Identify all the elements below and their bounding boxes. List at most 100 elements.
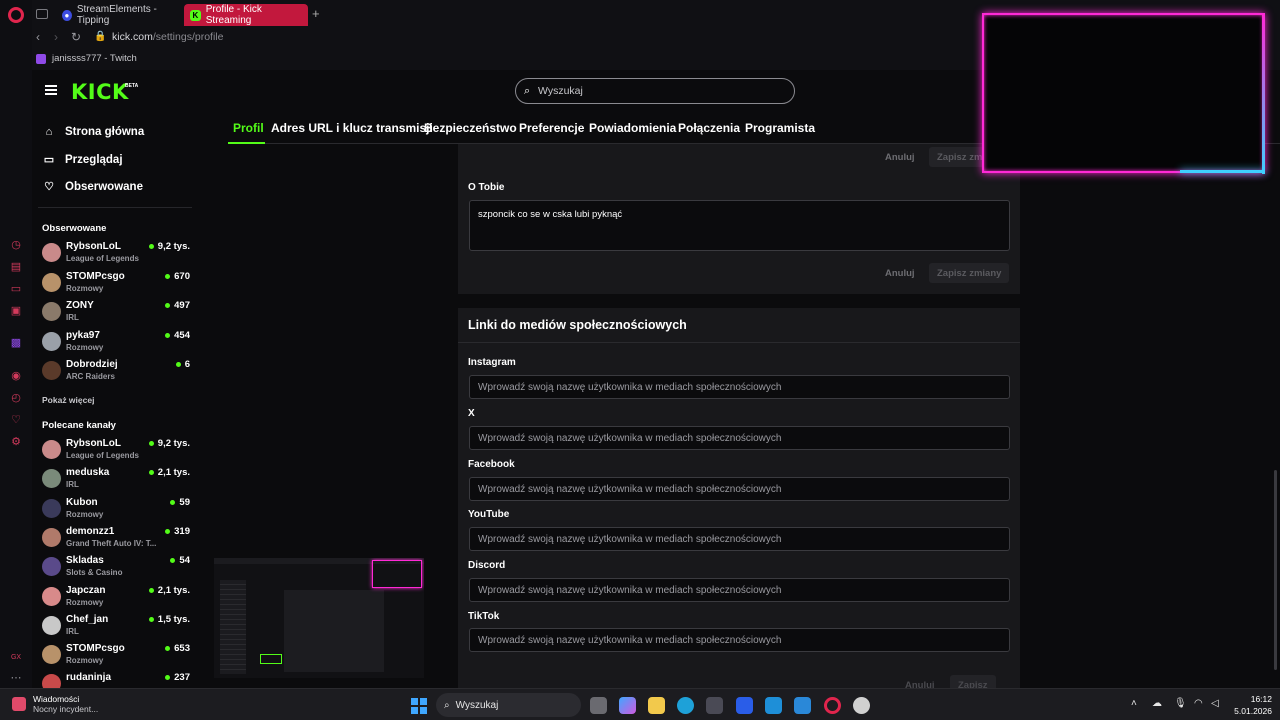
tab-notifications[interactable]: Powiadomienia — [589, 121, 676, 135]
viewer-count: 6 — [175, 359, 190, 370]
instagram-input[interactable] — [470, 376, 1009, 398]
wifi-icon[interactable]: ◠ — [1194, 698, 1203, 709]
channel-name: Japczan — [66, 584, 106, 596]
tab-developer[interactable]: Programista — [745, 121, 815, 135]
channel-category: Grand Theft Auto IV: T... — [66, 538, 157, 548]
news-widget[interactable]: Wiadomości Nocny incydent... — [12, 694, 98, 714]
discord-input[interactable] — [470, 579, 1009, 601]
preview-neon-frame — [372, 560, 422, 588]
volume-icon[interactable]: ◁ — [1211, 698, 1219, 709]
nav-browse[interactable]: ▭ Przeglądaj — [42, 153, 123, 167]
more-icon[interactable]: ⋯ — [9, 670, 23, 684]
about-textarea[interactable]: szponcik co se w cska lubi pyknąć — [469, 200, 1010, 251]
store-icon[interactable] — [706, 697, 723, 714]
divider — [458, 342, 1020, 343]
nav-home[interactable]: ⌂ Strona główna — [42, 126, 145, 138]
instagram-field[interactable] — [469, 375, 1010, 399]
channel-item[interactable]: Chef_jan IRL 1,5 tys. — [42, 612, 190, 638]
history-icon[interactable]: ◷ — [9, 237, 23, 251]
windows-start-icon[interactable] — [411, 698, 427, 714]
tab-kick-profile[interactable]: K Profile - Kick Streaming — [184, 4, 308, 26]
clock-icon[interactable]: ◴ — [9, 390, 23, 404]
active-tab-underline — [228, 142, 265, 144]
tray-chevron-icon[interactable]: ˄ — [1131, 698, 1137, 709]
x-label: X — [468, 408, 475, 419]
preview-green-box — [260, 654, 282, 664]
about-cancel-button[interactable]: Anuluj — [885, 268, 915, 279]
search-input[interactable] — [538, 83, 778, 99]
channel-item[interactable]: RybsonLoL League of Legends 9,2 tys. — [42, 239, 190, 265]
bookmark-twitch[interactable]: janissss777 - Twitch — [36, 53, 137, 64]
viewer-count: 319 — [165, 526, 190, 537]
channel-item[interactable]: STOMPcsgo Rozmowy 670 — [42, 269, 190, 295]
new-tab-button[interactable]: + — [312, 6, 320, 21]
back-icon[interactable]: ‹ — [36, 30, 40, 44]
forward-icon[interactable]: › — [54, 30, 58, 44]
facebook-input[interactable] — [470, 478, 1009, 500]
top-cancel-button[interactable]: Anuluj — [885, 152, 915, 163]
tiktok-input[interactable] — [470, 629, 1009, 651]
youtube-input[interactable] — [470, 528, 1009, 550]
tab-security[interactable]: Bezpieczeństwo — [424, 121, 517, 135]
menu-icon[interactable] — [45, 85, 57, 95]
file-explorer-icon[interactable] — [648, 697, 665, 714]
channel-item[interactable]: demonzz1 Grand Theft Auto IV: T... 319 — [42, 524, 190, 550]
channel-item[interactable]: rudaninja 237 — [42, 670, 190, 688]
system-clock[interactable]: 16:12 5.01.2026 — [1232, 693, 1272, 717]
player-icon[interactable]: ◉ — [9, 368, 23, 382]
channel-item[interactable]: Dobrodziej ARC Raiders 6 — [42, 357, 190, 383]
nav-following[interactable]: ♡ Obserwowane — [42, 180, 143, 194]
page-scrollbar[interactable] — [1274, 470, 1277, 670]
search-bar[interactable]: ⌕ — [515, 78, 795, 104]
weather-icon[interactable]: ☁ — [1152, 698, 1162, 709]
channel-item[interactable]: STOMPcsgo Rozmowy 653 — [42, 641, 190, 667]
edge-icon[interactable] — [677, 697, 694, 714]
mail-icon[interactable] — [794, 697, 811, 714]
bag-icon[interactable]: ▤ — [9, 259, 23, 273]
kick-logo[interactable]: KICK — [71, 80, 129, 104]
messenger-icon[interactable]: ▣ — [9, 303, 23, 317]
obs-icon[interactable] — [853, 697, 870, 714]
url-field[interactable]: kick.com/settings/profile — [112, 31, 223, 43]
copilot-icon[interactable] — [619, 697, 636, 714]
youtube-field[interactable] — [469, 527, 1010, 551]
show-more-link[interactable]: Pokaż więcej — [42, 395, 94, 405]
x-input[interactable] — [470, 427, 1009, 449]
channel-item[interactable]: pyka97 Rozmowy 454 — [42, 328, 190, 354]
dropbox-icon[interactable] — [736, 697, 753, 714]
heart-outline-icon[interactable]: ♡ — [9, 412, 23, 426]
channel-item[interactable]: meduska IRL 2,1 tys. — [42, 465, 190, 491]
taskbar-search[interactable]: ⌕ Wyszukaj — [436, 693, 581, 717]
channel-item[interactable]: ZONY IRL 497 — [42, 298, 190, 324]
tab-preferences[interactable]: Preferencje — [519, 121, 584, 135]
twitch-icon[interactable]: ▩ — [9, 335, 23, 349]
reload-icon[interactable]: ↻ — [71, 30, 81, 44]
tab-overview-icon[interactable] — [36, 9, 48, 19]
viewer-count: 670 — [165, 271, 190, 282]
microphone-icon[interactable]: 🎙 — [1174, 698, 1187, 709]
gx-icon[interactable]: GX — [9, 650, 23, 664]
opera-gx-icon[interactable] — [824, 697, 841, 714]
viewer-count: 9,2 tys. — [148, 438, 190, 449]
viewer-count: 454 — [165, 330, 190, 341]
tiktok-field[interactable] — [469, 628, 1010, 652]
tab-connections[interactable]: Połączenia — [678, 121, 740, 135]
live-dot — [148, 441, 154, 446]
about-save-button[interactable]: Zapisz zmiany — [929, 263, 1010, 283]
discord-field[interactable] — [469, 578, 1010, 602]
channel-item[interactable]: Kubon Rozmowy 59 — [42, 495, 190, 521]
opera-logo-icon[interactable] — [8, 7, 24, 23]
channel-item[interactable]: RybsonLoL League of Legends 9,2 tys. — [42, 436, 190, 462]
facebook-field[interactable] — [469, 477, 1010, 501]
x-field[interactable] — [469, 426, 1010, 450]
channel-item[interactable]: Japczan Rozmowy 2,1 tys. — [42, 583, 190, 609]
channel-item[interactable]: Skladas Slots & Casino 54 — [42, 553, 190, 579]
tab-streamelements[interactable]: ● StreamElements - Tipping — [56, 4, 180, 26]
settings-icon[interactable]: ⚙ — [9, 434, 23, 448]
tab-profil[interactable]: Profil — [233, 121, 264, 135]
task-view-icon[interactable] — [590, 697, 607, 714]
url-path: /settings/profile — [152, 31, 224, 43]
app-icon[interactable] — [765, 697, 782, 714]
chat-icon[interactable]: ▭ — [9, 281, 23, 295]
tab-url-key[interactable]: Adres URL i klucz transmisji — [271, 121, 433, 135]
